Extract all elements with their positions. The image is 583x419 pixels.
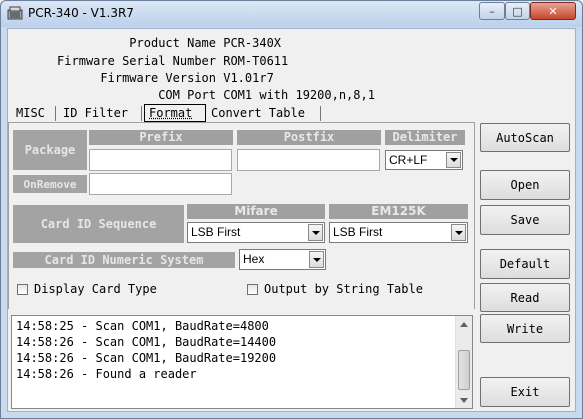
log-scrollbar[interactable] bbox=[455, 316, 472, 408]
tab-misc[interactable]: MISC bbox=[12, 104, 49, 123]
output-by-string-table-checkbox[interactable] bbox=[247, 284, 258, 295]
onremove-label: OnRemove bbox=[13, 175, 87, 193]
delimiter-label: Delimiter bbox=[385, 130, 465, 145]
display-card-type-label[interactable]: Display Card Type bbox=[34, 281, 157, 297]
chevron-down-icon bbox=[309, 251, 324, 268]
info-value: COM1 with 19200,n,8,1 bbox=[223, 88, 375, 102]
numeric-system-label: Card ID Numeric System bbox=[13, 252, 235, 268]
read-button[interactable]: Read bbox=[480, 283, 570, 312]
onremove-input[interactable] bbox=[89, 173, 232, 195]
write-button[interactable]: Write bbox=[480, 314, 570, 343]
scroll-down-icon[interactable] bbox=[456, 392, 472, 408]
chevron-down-icon bbox=[451, 224, 466, 241]
numeric-system-value: Hex bbox=[243, 252, 265, 266]
close-icon: ✕ bbox=[548, 4, 558, 18]
close-button[interactable]: ✕ bbox=[530, 2, 576, 20]
app-icon bbox=[7, 5, 23, 21]
tab-divider bbox=[320, 106, 321, 121]
info-label: Firmware Version bbox=[100, 71, 216, 85]
info-row-com-port: COM Port COM1 with 19200,n,8,1 bbox=[14, 87, 375, 103]
delimiter-value: CR+LF bbox=[389, 153, 428, 167]
output-by-string-table-label[interactable]: Output by String Table bbox=[264, 281, 423, 297]
default-button[interactable]: Default bbox=[480, 249, 570, 279]
numeric-system-select[interactable]: Hex bbox=[239, 249, 326, 270]
prefix-input[interactable] bbox=[89, 149, 232, 171]
info-row-firmware-serial: Firmware Serial Number ROM-T0611 bbox=[14, 53, 288, 69]
window-title: PCR-340 - V1.3R7 bbox=[28, 6, 134, 20]
chevron-down-icon bbox=[446, 152, 461, 168]
tab-divider bbox=[141, 106, 142, 121]
card-id-sequence-label: Card ID Sequence bbox=[13, 205, 184, 243]
em125k-label: EM125K bbox=[329, 204, 468, 219]
scroll-thumb[interactable] bbox=[458, 350, 470, 390]
info-label: COM Port bbox=[158, 88, 216, 102]
info-row-product-name: Product Name PCR-340X bbox=[14, 35, 281, 51]
log-line: 14:58:26 - Scan COM1, BaudRate=14400 bbox=[16, 335, 277, 349]
postfix-label: Postfix bbox=[237, 130, 381, 145]
info-label: Firmware Serial Number bbox=[57, 54, 216, 68]
package-label: Package bbox=[13, 130, 87, 170]
chevron-down-icon bbox=[308, 224, 323, 241]
info-row-firmware-version: Firmware Version V1.01r7 bbox=[14, 70, 274, 86]
tab-convert-table[interactable]: Convert Table bbox=[207, 104, 309, 123]
maximize-button[interactable]: □ bbox=[505, 2, 530, 20]
em125k-select[interactable]: LSB First bbox=[329, 222, 468, 243]
display-card-type-checkbox[interactable] bbox=[17, 284, 28, 295]
info-value: V1.01r7 bbox=[223, 71, 274, 85]
tab-format[interactable]: Format bbox=[144, 104, 206, 122]
open-button[interactable]: Open bbox=[480, 170, 570, 200]
save-button[interactable]: Save bbox=[480, 205, 570, 235]
autoscan-button[interactable]: AutoScan bbox=[480, 123, 570, 152]
scroll-up-icon[interactable] bbox=[456, 316, 472, 332]
mifare-select[interactable]: LSB First bbox=[187, 222, 325, 243]
delimiter-select[interactable]: CR+LF bbox=[385, 150, 463, 170]
info-value: PCR-340X bbox=[223, 36, 282, 50]
log-line: 14:58:26 - Scan COM1, BaudRate=19200 bbox=[16, 351, 277, 365]
tab-id-filter[interactable]: ID Filter bbox=[59, 104, 132, 123]
tab-format-label: Format bbox=[149, 106, 193, 120]
mifare-value: LSB First bbox=[191, 225, 241, 239]
postfix-input[interactable] bbox=[237, 149, 380, 171]
maximize-icon: □ bbox=[512, 4, 523, 18]
info-label: Product Name bbox=[129, 36, 216, 50]
minimize-button[interactable]: – bbox=[479, 2, 505, 20]
log-line: 14:58:26 - Found a reader bbox=[16, 367, 197, 381]
minimize-icon: – bbox=[489, 4, 495, 18]
mifare-label: Mifare bbox=[187, 204, 325, 219]
em125k-value: LSB First bbox=[333, 225, 383, 239]
log-output[interactable]: 14:58:25 - Scan COM1, BaudRate=4800 14:5… bbox=[11, 315, 473, 409]
log-line: 14:58:25 - Scan COM1, BaudRate=4800 bbox=[16, 319, 269, 333]
info-value: ROM-T0611 bbox=[223, 54, 289, 68]
prefix-label: Prefix bbox=[89, 130, 233, 145]
exit-button[interactable]: Exit bbox=[480, 377, 570, 407]
tab-divider bbox=[55, 106, 56, 121]
